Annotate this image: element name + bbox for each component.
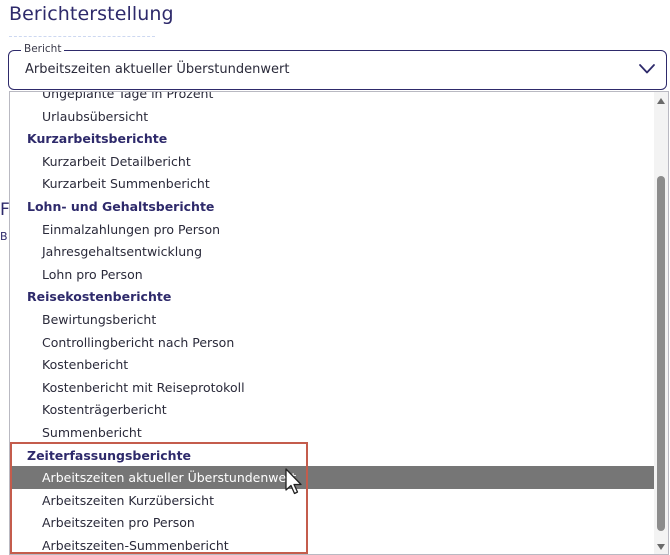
- dropdown-option[interactable]: Arbeitszeiten-Summenbericht: [10, 534, 656, 554]
- scroll-down-arrow-icon[interactable]: [657, 544, 665, 550]
- dropdown-option[interactable]: Arbeitszeiten Kurzübersicht: [10, 489, 656, 512]
- chevron-down-icon[interactable]: [638, 63, 656, 75]
- dropdown-option[interactable]: Kostenträgerbericht: [10, 398, 656, 421]
- page-title: Berichterstellung: [9, 3, 174, 25]
- dropdown-group-header: Reisekostenberichte: [27, 289, 172, 305]
- dropdown-option[interactable]: Lohn pro Person: [10, 263, 656, 286]
- dropdown-group-header: Zeiterfassungsberichte: [27, 447, 192, 463]
- dropdown-option[interactable]: Urlaubsübersicht: [10, 105, 656, 128]
- dropdown-option[interactable]: Ungeplante Tage in Prozent: [10, 92, 656, 105]
- dropdown-option-selected[interactable]: Arbeitszeiten aktueller Überstundenwert: [10, 466, 656, 490]
- report-select[interactable]: Bericht Arbeitszeiten aktueller Überstun…: [8, 43, 667, 90]
- dropdown-option[interactable]: Kurzarbeit Summenbericht: [10, 172, 656, 195]
- dropdown-option[interactable]: Jahresgehaltsentwicklung: [10, 240, 656, 263]
- ghost-text-fragment: B: [0, 230, 8, 243]
- dropdown-option[interactable]: Arbeitszeiten pro Person: [10, 511, 656, 534]
- scroll-thumb[interactable]: [657, 176, 665, 531]
- report-select-label: Bericht: [21, 43, 65, 55]
- dropdown-option[interactable]: Bewirtungsbericht: [10, 308, 656, 331]
- dropdown-group-header: Lohn- und Gehaltsberichte: [27, 199, 215, 214]
- scroll-up-arrow-icon[interactable]: [657, 98, 665, 104]
- dropdown-option[interactable]: Kurzarbeit Detailbericht: [10, 150, 656, 173]
- dropdown-group-header: Kurzarbeitsberichte: [27, 131, 168, 147]
- dropdown-option[interactable]: Kostenbericht mit Reiseprotokoll: [10, 376, 656, 399]
- dropdown-option[interactable]: Einmalzahlungen pro Person: [10, 218, 656, 241]
- mouse-cursor-icon: [285, 468, 302, 495]
- dropdown-option[interactable]: Summenbericht: [10, 421, 656, 444]
- dropdown-scrollbar[interactable]: [654, 92, 668, 554]
- ghost-underline: [9, 36, 155, 38]
- dropdown-option[interactable]: Controllingbericht nach Person: [10, 331, 656, 354]
- report-select-value: Arbeitszeiten aktueller Überstundenwert: [25, 62, 290, 77]
- report-page: Berichterstellung F B Bericht Arbeitszei…: [0, 0, 670, 555]
- dropdown-option[interactable]: Kostenbericht: [10, 353, 656, 376]
- report-dropdown-list[interactable]: Ungeplante Tage in Prozent Urlaubsübersic…: [9, 91, 669, 555]
